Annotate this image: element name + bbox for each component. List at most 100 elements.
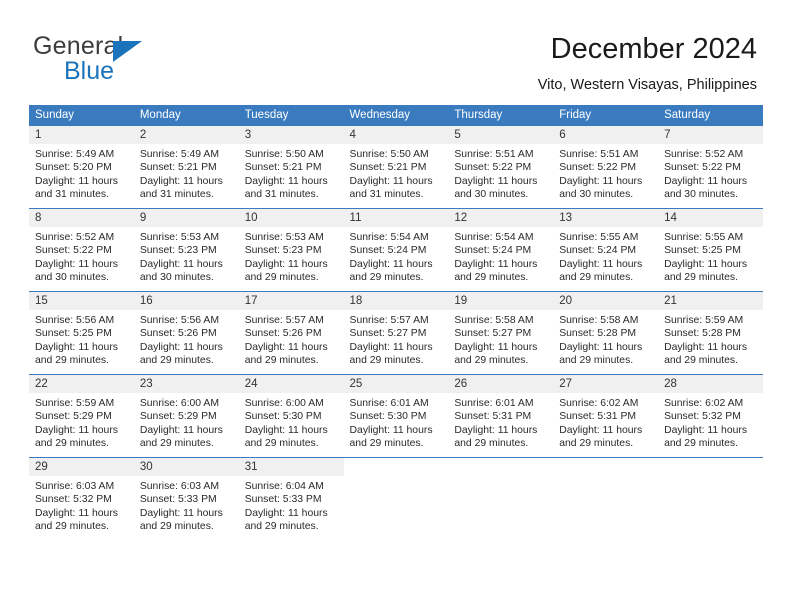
- daylight-text-line2: and 31 minutes.: [139, 189, 214, 201]
- daylight-text-line1: Daylight: 11 hours: [244, 258, 328, 270]
- calendar-day-cell[interactable]: 9 Sunrise: 5:53 AM Sunset: 5:23 PM Dayli…: [133, 208, 239, 292]
- day-number: 16: [133, 292, 239, 310]
- calendar-day-cell[interactable]: 31 Sunrise: 6:04 AM Sunset: 5:33 PM Dayl…: [238, 457, 344, 540]
- day-number: 26: [448, 375, 554, 393]
- sunrise-text: Sunrise: 6:00 AM: [139, 398, 219, 409]
- day-number: 24: [238, 375, 344, 393]
- calendar-day-cell[interactable]: 11 Sunrise: 5:54 AM Sunset: 5:24 PM Dayl…: [343, 208, 449, 292]
- logo-word-blue: Blue: [64, 57, 115, 85]
- calendar-day-cell[interactable]: 26 Sunrise: 6:01 AM Sunset: 5:31 PM Dayl…: [448, 374, 554, 458]
- daylight-text-line2: and 29 minutes.: [244, 521, 319, 533]
- day-number: 10: [238, 209, 344, 227]
- calendar-day-cell[interactable]: 25 Sunrise: 6:01 AM Sunset: 5:30 PM Dayl…: [343, 374, 449, 458]
- daylight-text-line1: Daylight: 11 hours: [244, 507, 328, 519]
- daylight-text-line1: Daylight: 11 hours: [139, 341, 223, 353]
- calendar-day-cell[interactable]: 20 Sunrise: 5:58 AM Sunset: 5:28 PM Dayl…: [553, 291, 659, 375]
- day-details: Sunrise: 5:52 AM Sunset: 5:22 PM Dayligh…: [29, 227, 134, 285]
- calendar-day-cell[interactable]: 27 Sunrise: 6:02 AM Sunset: 5:31 PM Dayl…: [553, 374, 659, 458]
- calendar-day-cell[interactable]: 24 Sunrise: 6:00 AM Sunset: 5:30 PM Dayl…: [238, 374, 344, 458]
- calendar-day-cell-empty: [448, 457, 554, 540]
- daylight-text-line1: Daylight: 11 hours: [244, 424, 328, 436]
- sunset-text: Sunset: 5:24 PM: [454, 245, 532, 257]
- daylight-text-line2: and 30 minutes.: [559, 189, 634, 201]
- calendar-day-cell[interactable]: 12 Sunrise: 5:54 AM Sunset: 5:24 PM Dayl…: [448, 208, 554, 292]
- day-details: Sunrise: 5:52 AM Sunset: 5:22 PM Dayligh…: [658, 144, 763, 202]
- daylight-text-line2: and 29 minutes.: [349, 272, 424, 284]
- calendar-day-cell[interactable]: 22 Sunrise: 5:59 AM Sunset: 5:29 PM Dayl…: [29, 374, 134, 458]
- daylight-text-line1: Daylight: 11 hours: [559, 341, 643, 353]
- sunrise-text: Sunrise: 6:02 AM: [559, 398, 639, 409]
- calendar-day-cell[interactable]: 29 Sunrise: 6:03 AM Sunset: 5:32 PM Dayl…: [29, 457, 134, 540]
- day-number: 18: [343, 292, 449, 310]
- day-number: [343, 458, 449, 476]
- calendar-page: General Blue December 2024 Vito, Western…: [0, 0, 792, 612]
- daylight-text-line1: Daylight: 11 hours: [35, 424, 118, 436]
- calendar-day-cell[interactable]: 14 Sunrise: 5:55 AM Sunset: 5:25 PM Dayl…: [658, 208, 763, 292]
- sunset-text: Sunset: 5:24 PM: [559, 245, 637, 257]
- day-details: Sunrise: 6:03 AM Sunset: 5:32 PM Dayligh…: [29, 476, 134, 534]
- sunset-text: Sunset: 5:22 PM: [664, 162, 741, 174]
- day-number: 5: [448, 126, 554, 144]
- calendar-day-cell[interactable]: 3 Sunrise: 5:50 AM Sunset: 5:21 PM Dayli…: [238, 126, 344, 209]
- sunset-text: Sunset: 5:33 PM: [244, 494, 322, 506]
- daylight-text-line2: and 31 minutes.: [244, 189, 319, 201]
- daylight-text-line1: Daylight: 11 hours: [559, 424, 643, 436]
- weekday-header-monday: Monday: [133, 105, 239, 126]
- day-details: Sunrise: 6:00 AM Sunset: 5:30 PM Dayligh…: [239, 393, 344, 451]
- calendar-day-cell[interactable]: 4 Sunrise: 5:50 AM Sunset: 5:21 PM Dayli…: [343, 126, 449, 209]
- sunrise-text: Sunrise: 6:04 AM: [244, 481, 324, 492]
- daylight-text-line2: and 29 minutes.: [139, 521, 214, 533]
- daylight-text-line1: Daylight: 11 hours: [139, 424, 223, 436]
- sunrise-text: Sunrise: 5:58 AM: [559, 315, 639, 326]
- daylight-text-line2: and 29 minutes.: [139, 355, 214, 367]
- sunrise-text: Sunrise: 5:58 AM: [454, 315, 534, 326]
- page-title: December 2024: [550, 33, 757, 65]
- sunset-text: Sunset: 5:30 PM: [244, 411, 322, 423]
- weekday-header-thursday: Thursday: [448, 105, 554, 126]
- calendar-week-row: 29 Sunrise: 6:03 AM Sunset: 5:32 PM Dayl…: [29, 457, 763, 540]
- calendar-day-cell[interactable]: 15 Sunrise: 5:56 AM Sunset: 5:25 PM Dayl…: [29, 291, 134, 375]
- day-details: Sunrise: 6:02 AM Sunset: 5:32 PM Dayligh…: [658, 393, 763, 451]
- sunset-text: Sunset: 5:21 PM: [139, 162, 217, 174]
- sunrise-text: Sunrise: 6:01 AM: [349, 398, 429, 409]
- calendar-day-cell[interactable]: 1 Sunrise: 5:49 AM Sunset: 5:20 PM Dayli…: [29, 126, 134, 209]
- calendar-day-cell[interactable]: 28 Sunrise: 6:02 AM Sunset: 5:32 PM Dayl…: [658, 374, 763, 458]
- day-number: 11: [343, 209, 449, 227]
- sunrise-text: Sunrise: 5:55 AM: [559, 232, 639, 243]
- daylight-text-line1: Daylight: 11 hours: [559, 175, 643, 187]
- calendar-day-cell[interactable]: 10 Sunrise: 5:53 AM Sunset: 5:23 PM Dayl…: [238, 208, 344, 292]
- calendar-week-row: 15 Sunrise: 5:56 AM Sunset: 5:25 PM Dayl…: [29, 291, 763, 375]
- daylight-text-line1: Daylight: 11 hours: [349, 258, 433, 270]
- calendar-day-cell[interactable]: 19 Sunrise: 5:58 AM Sunset: 5:27 PM Dayl…: [448, 291, 554, 375]
- day-details: Sunrise: 5:57 AM Sunset: 5:27 PM Dayligh…: [344, 310, 449, 368]
- day-number: 2: [133, 126, 239, 144]
- daylight-text-line2: and 29 minutes.: [35, 438, 109, 450]
- sunset-text: Sunset: 5:22 PM: [454, 162, 532, 174]
- calendar-day-cell[interactable]: 8 Sunrise: 5:52 AM Sunset: 5:22 PM Dayli…: [29, 208, 134, 292]
- calendar-day-cell[interactable]: 13 Sunrise: 5:55 AM Sunset: 5:24 PM Dayl…: [553, 208, 659, 292]
- sunrise-text: Sunrise: 5:54 AM: [454, 232, 534, 243]
- day-details: Sunrise: 5:59 AM Sunset: 5:28 PM Dayligh…: [658, 310, 763, 368]
- calendar-day-cell[interactable]: 30 Sunrise: 6:03 AM Sunset: 5:33 PM Dayl…: [133, 457, 239, 540]
- sunset-text: Sunset: 5:33 PM: [139, 494, 217, 506]
- calendar-day-cell[interactable]: 7 Sunrise: 5:52 AM Sunset: 5:22 PM Dayli…: [658, 126, 763, 209]
- day-details: Sunrise: 5:51 AM Sunset: 5:22 PM Dayligh…: [448, 144, 553, 202]
- calendar-day-cell[interactable]: 2 Sunrise: 5:49 AM Sunset: 5:21 PM Dayli…: [133, 126, 239, 209]
- calendar-day-cell[interactable]: 21 Sunrise: 5:59 AM Sunset: 5:28 PM Dayl…: [658, 291, 763, 375]
- calendar-day-cell[interactable]: 16 Sunrise: 5:56 AM Sunset: 5:26 PM Dayl…: [133, 291, 239, 375]
- sunrise-text: Sunrise: 5:56 AM: [139, 315, 219, 326]
- sunset-text: Sunset: 5:29 PM: [139, 411, 217, 423]
- daylight-text-line1: Daylight: 11 hours: [664, 424, 748, 436]
- day-details: Sunrise: 5:56 AM Sunset: 5:25 PM Dayligh…: [29, 310, 134, 368]
- page-subtitle-location: Vito, Western Visayas, Philippines: [537, 77, 757, 93]
- calendar-day-cell[interactable]: 6 Sunrise: 5:51 AM Sunset: 5:22 PM Dayli…: [553, 126, 659, 209]
- calendar-day-cell[interactable]: 5 Sunrise: 5:51 AM Sunset: 5:22 PM Dayli…: [448, 126, 554, 209]
- daylight-text-line2: and 30 minutes.: [664, 189, 738, 201]
- daylight-text-line1: Daylight: 11 hours: [559, 258, 643, 270]
- daylight-text-line2: and 29 minutes.: [559, 355, 634, 367]
- sunset-text: Sunset: 5:21 PM: [349, 162, 427, 174]
- calendar-day-cell[interactable]: 18 Sunrise: 5:57 AM Sunset: 5:27 PM Dayl…: [343, 291, 449, 375]
- daylight-text-line2: and 29 minutes.: [454, 272, 529, 284]
- calendar-day-cell[interactable]: 17 Sunrise: 5:57 AM Sunset: 5:26 PM Dayl…: [238, 291, 344, 375]
- calendar-day-cell[interactable]: 23 Sunrise: 6:00 AM Sunset: 5:29 PM Dayl…: [133, 374, 239, 458]
